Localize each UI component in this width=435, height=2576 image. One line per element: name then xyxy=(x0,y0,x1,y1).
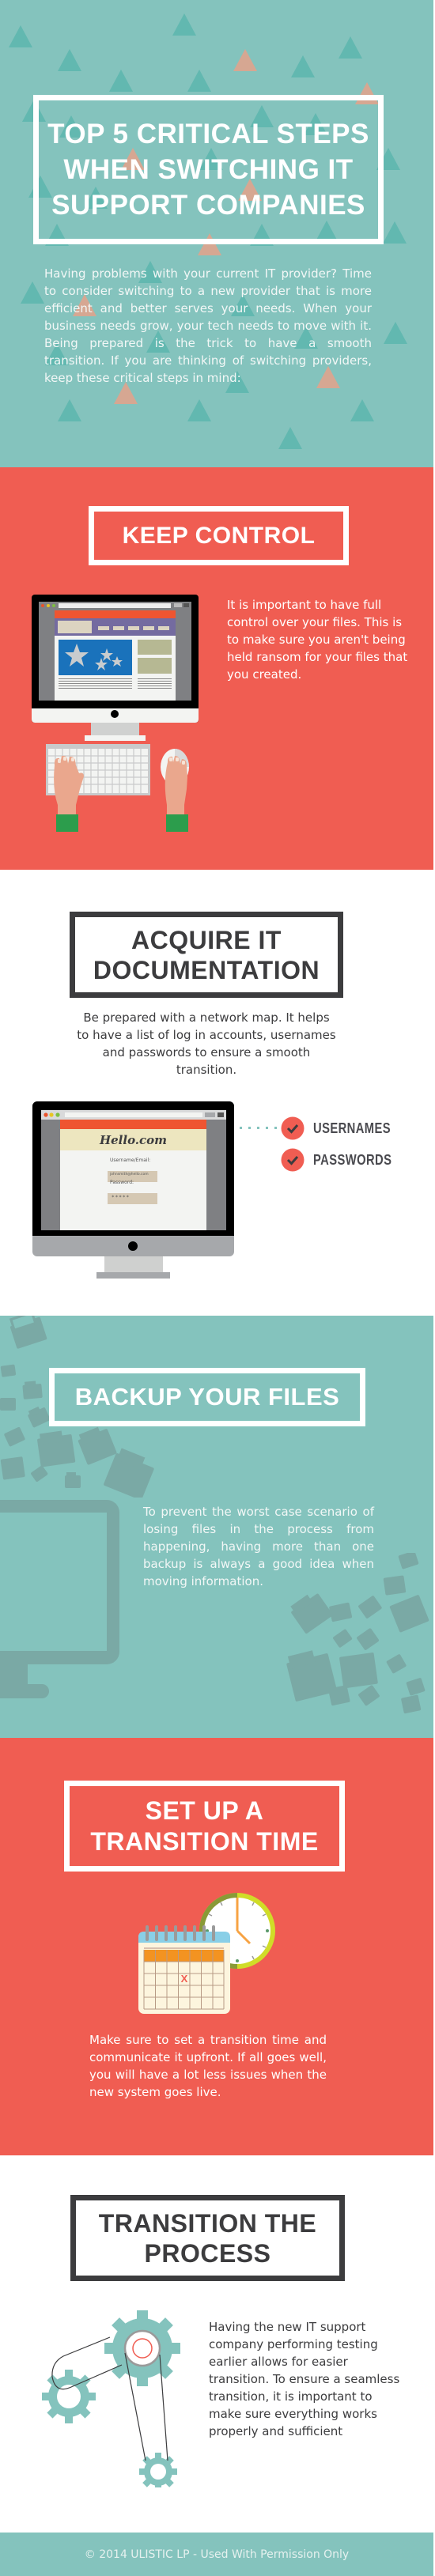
footer-copyright: © 2014 ULISTIC LP - Used With Permission… xyxy=(84,2548,350,2561)
step-title: BACKUP YOUR FILES xyxy=(74,1383,340,1411)
hero-intro: Having problems with your current IT pro… xyxy=(44,266,372,385)
monitor-screen xyxy=(0,1513,107,1651)
login-password-field[interactable]: ***** xyxy=(112,1195,130,1200)
step-body: Make sure to set a transition time and c… xyxy=(89,2033,327,2099)
step-title-box: KEEP CONTROL xyxy=(89,506,349,565)
desktop-computer-icon xyxy=(32,595,199,741)
step-title-line: PROCESS xyxy=(144,2238,271,2268)
step-backup-files: BACKUP YOUR FILES To prevent the worst c… xyxy=(0,1316,433,1738)
gears-icon xyxy=(42,2310,180,2487)
checklist-label: USERNAMES xyxy=(313,1120,392,1136)
hero-title-box: TOP 5 CRITICAL STEPS WHEN SWITCHING IT S… xyxy=(33,95,384,244)
step-acquire-documentation: ACQUIRE IT DOCUMENTATION Be prepared wit… xyxy=(0,870,433,1316)
desktop-login-icon xyxy=(32,1101,234,1279)
monitor-base xyxy=(0,1684,49,1698)
login-password-label: Password: xyxy=(110,1180,134,1185)
hero-title-line: SUPPORT COMPANIES xyxy=(51,190,365,221)
step-title-box: SET UP A TRANSITION TIME xyxy=(64,1781,345,1872)
step-transition-time: SET UP A TRANSITION TIME X Make sure to … xyxy=(0,1738,433,2155)
login-username-label: Username/Email: xyxy=(110,1158,151,1163)
step-title-line: TRANSITION THE xyxy=(98,2208,317,2238)
check-circle-icon xyxy=(281,1116,304,1140)
check-circle-icon xyxy=(281,1148,304,1172)
dotted-connector xyxy=(240,1127,277,1129)
step-body: It is important to have full control ove… xyxy=(227,598,408,682)
checklist-label: PASSWORDS xyxy=(313,1151,392,1168)
step-transition-process: TRANSITION THE PROCESS Having the new IT… xyxy=(0,2155,433,2533)
step-body: Having the new IT support company perfor… xyxy=(209,2320,400,2438)
step-title-line: ACQUIRE IT xyxy=(131,925,282,954)
calendar-mark: X xyxy=(180,1973,188,1985)
monitor-stand xyxy=(0,1664,28,1685)
keyboard-hands-icon xyxy=(46,744,189,832)
checklist-item: PASSWORDS xyxy=(281,1148,409,1172)
login-site-title: Hello.com xyxy=(99,1133,168,1147)
login-username-field[interactable]: johnsmith@hello.com xyxy=(110,1173,156,1177)
step-body: Be prepared with a network map. It helps… xyxy=(77,1010,336,1077)
step-body: To prevent the worst case scenario of lo… xyxy=(143,1505,374,1588)
checklist: USERNAMES PASSWORDS xyxy=(281,1116,409,1172)
hero-section: TOP 5 CRITICAL STEPS WHEN SWITCHING IT S… xyxy=(0,0,433,467)
step-keep-control: KEEP CONTROL It is important to have ful… xyxy=(0,467,433,870)
step-title-box: ACQUIRE IT DOCUMENTATION xyxy=(70,912,343,998)
step-title-line: DOCUMENTATION xyxy=(93,955,320,984)
step-title: KEEP CONTROL xyxy=(122,522,316,549)
checklist-item: USERNAMES xyxy=(281,1116,409,1140)
step-title-line: SET UP A xyxy=(145,1796,264,1825)
hero-title-line: TOP 5 CRITICAL STEPS xyxy=(47,119,369,149)
step-title-box: TRANSITION THE PROCESS xyxy=(70,2195,345,2281)
footer: © 2014 ULISTIC LP - Used With Permission… xyxy=(0,2533,433,2576)
step-title-box: BACKUP YOUR FILES xyxy=(49,1368,365,1426)
step-title-line: TRANSITION TIME xyxy=(90,1826,319,1856)
hero-title-line: WHEN SWITCHING IT xyxy=(63,154,354,185)
calendar-icon xyxy=(138,1925,230,2014)
